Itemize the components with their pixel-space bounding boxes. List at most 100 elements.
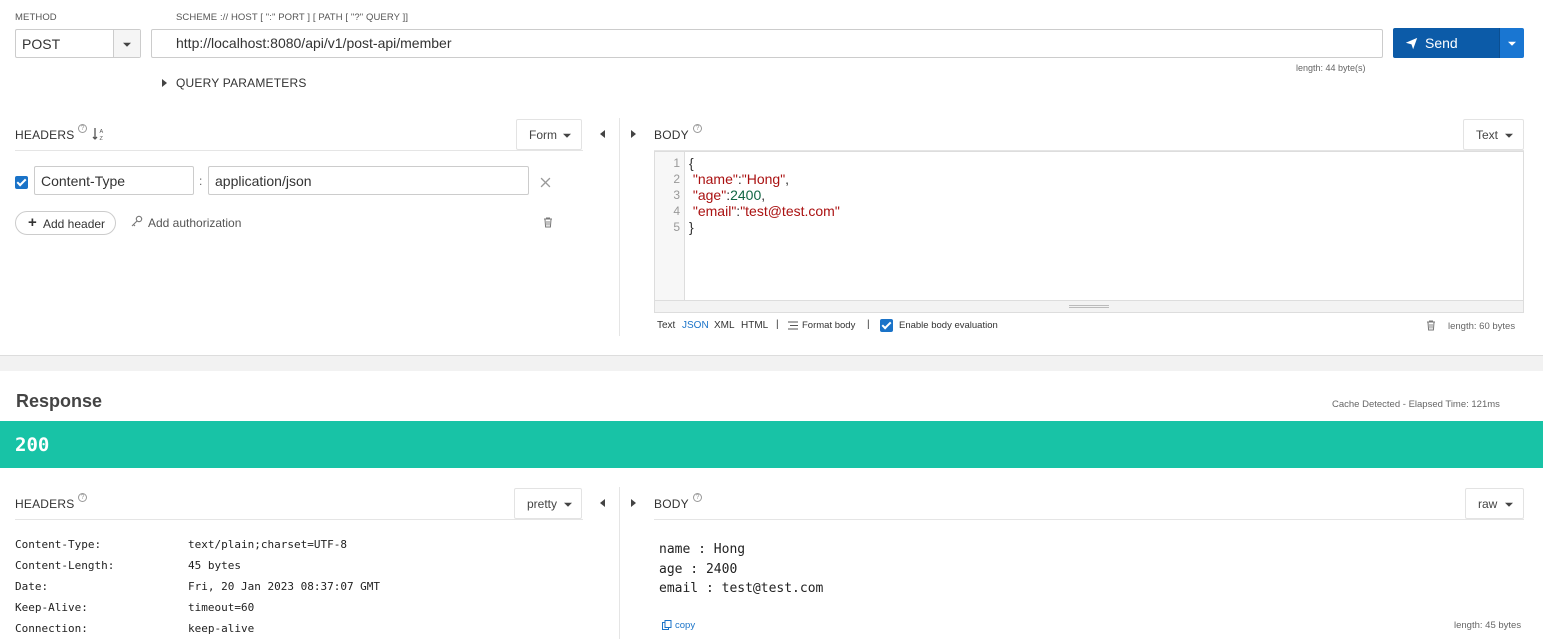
chevron-down-icon <box>1505 502 1513 507</box>
code-line: "age":2400, <box>689 187 840 203</box>
code-token: 2400 <box>730 187 762 203</box>
resp-headers-title: HEADERS <box>15 497 75 511</box>
code-token: "test@test.com" <box>740 203 840 219</box>
method-value: POST <box>22 36 61 52</box>
trash-icon[interactable] <box>543 217 553 228</box>
headers-mode-value: Form <box>529 128 557 142</box>
header-value-input[interactable]: application/json <box>208 166 529 195</box>
help-icon[interactable]: ? <box>693 493 702 502</box>
resp-header-value: Fri, 20 Jan 2023 08:37:07 GMT <box>188 580 381 593</box>
chevron-down-icon <box>123 42 131 47</box>
elapsed-time: Cache Detected - Elapsed Time: 121ms <box>1332 399 1500 410</box>
help-icon[interactable]: ? <box>693 124 702 133</box>
body-editor[interactable]: 1 2 3 4 5 { "name":"Hong", "age":2400, "… <box>654 151 1524 313</box>
method-select[interactable]: POST <box>15 29 141 58</box>
resp-body-line: email : test@test.com <box>659 581 824 596</box>
expand-right-icon[interactable] <box>631 499 636 507</box>
editor-resize-handle[interactable] <box>655 300 1523 312</box>
line-number: 4 <box>673 204 680 218</box>
line-number: 1 <box>673 156 680 170</box>
resp-body-mode-dropdown[interactable]: raw <box>1465 488 1524 519</box>
add-header-button[interactable]: + Add header <box>15 211 116 235</box>
divider <box>654 519 1524 520</box>
resp-header-name: Content-Type: <box>15 538 102 551</box>
toolbar-separator: | <box>776 319 779 330</box>
chevron-down-icon <box>1505 133 1513 138</box>
header-enabled-checkbox[interactable] <box>15 176 28 189</box>
help-icon[interactable]: ? <box>78 493 87 502</box>
copy-button[interactable]: copy <box>675 620 695 631</box>
url-input[interactable]: http://localhost:8080/api/v1/post-api/me… <box>151 29 1383 58</box>
trash-icon[interactable] <box>1426 320 1436 331</box>
status-code: 200 <box>15 434 50 456</box>
resp-header-value: 45 bytes <box>188 559 241 572</box>
resp-header-name: Content-Length: <box>15 559 115 572</box>
key-icon <box>131 215 143 227</box>
code-token: "Hong" <box>741 171 786 187</box>
collapse-left-icon[interactable] <box>600 130 605 138</box>
toolbar-separator: | <box>867 319 870 330</box>
body-evaluation-checkbox[interactable] <box>880 319 893 332</box>
code-token: "name" <box>692 171 738 187</box>
expand-right-icon[interactable] <box>631 130 636 138</box>
panel-splitter[interactable] <box>619 487 620 639</box>
header-separator: : <box>199 174 203 188</box>
code-token: "email" <box>692 203 737 219</box>
format-json-link[interactable]: JSON <box>682 320 709 331</box>
resp-body-line: name : Hong <box>659 542 746 557</box>
add-header-label: Add header <box>43 217 106 231</box>
help-icon[interactable]: ? <box>78 124 87 133</box>
resp-header-name: Date: <box>15 580 49 593</box>
add-authorization-link[interactable]: Add authorization <box>148 216 241 230</box>
copy-icon[interactable] <box>662 620 672 630</box>
chevron-down-icon <box>564 502 572 507</box>
resp-body-title: BODY <box>654 497 689 511</box>
resp-body-length: length: 45 bytes <box>1454 620 1522 631</box>
close-icon[interactable] <box>540 177 551 188</box>
line-number: 5 <box>673 220 680 234</box>
format-xml-link[interactable]: XML <box>714 320 735 331</box>
caret-right-icon <box>162 79 167 87</box>
collapse-left-icon[interactable] <box>600 499 605 507</box>
code-line: } <box>689 219 840 235</box>
format-html-link[interactable]: HTML <box>741 320 768 331</box>
body-mode-value: Text <box>1476 128 1499 142</box>
resp-header-name: Connection: <box>15 622 88 635</box>
send-options-button[interactable] <box>1499 28 1524 58</box>
body-length: length: 60 bytes <box>1448 321 1516 332</box>
format-body-button[interactable]: Format body <box>802 320 855 331</box>
headers-mode-dropdown[interactable]: Form <box>516 119 582 150</box>
code-token: { <box>689 155 694 171</box>
method-dropdown-toggle[interactable] <box>113 30 140 57</box>
resp-header-value: text/plain;charset=UTF-8 <box>188 538 347 551</box>
url-format-label: SCHEME :// HOST [ ":" PORT ] [ PATH [ "?… <box>176 12 409 23</box>
svg-text:A: A <box>100 129 104 135</box>
body-mode-dropdown[interactable]: Text <box>1463 119 1524 150</box>
panel-splitter[interactable] <box>619 118 620 336</box>
format-text-link[interactable]: Text <box>657 320 675 331</box>
header-name-input[interactable]: Content-Type <box>34 166 194 195</box>
enable-body-evaluation-label: Enable body evaluation <box>899 320 998 331</box>
code-content[interactable]: { "name":"Hong", "age":2400, "email":"te… <box>689 155 840 235</box>
code-token: , <box>785 171 790 187</box>
query-params-label: QUERY PARAMETERS <box>176 76 307 90</box>
section-divider <box>0 355 1543 371</box>
resp-headers-mode-value: pretty <box>527 497 558 511</box>
req-body-title: BODY <box>654 128 689 142</box>
send-button[interactable]: Send <box>1393 28 1499 58</box>
chevron-down-icon <box>1508 41 1516 46</box>
resp-body-mode-value: raw <box>1478 497 1498 511</box>
resp-header-value: keep-alive <box>188 622 255 635</box>
resp-headers-mode-dropdown[interactable]: pretty <box>514 488 582 519</box>
line-number-gutter: 1 2 3 4 5 <box>655 152 685 302</box>
divider <box>15 150 583 151</box>
resp-body-line: age : 2400 <box>659 562 738 577</box>
send-label: Send <box>1425 35 1458 51</box>
response-title: Response <box>16 391 103 411</box>
svg-text:Z: Z <box>100 136 104 141</box>
sort-alpha-icon[interactable]: A Z <box>92 127 106 141</box>
format-align-icon <box>788 321 798 330</box>
code-line: "email":"test@test.com" <box>689 203 840 219</box>
code-token: } <box>689 219 694 235</box>
send-icon <box>1405 37 1418 50</box>
